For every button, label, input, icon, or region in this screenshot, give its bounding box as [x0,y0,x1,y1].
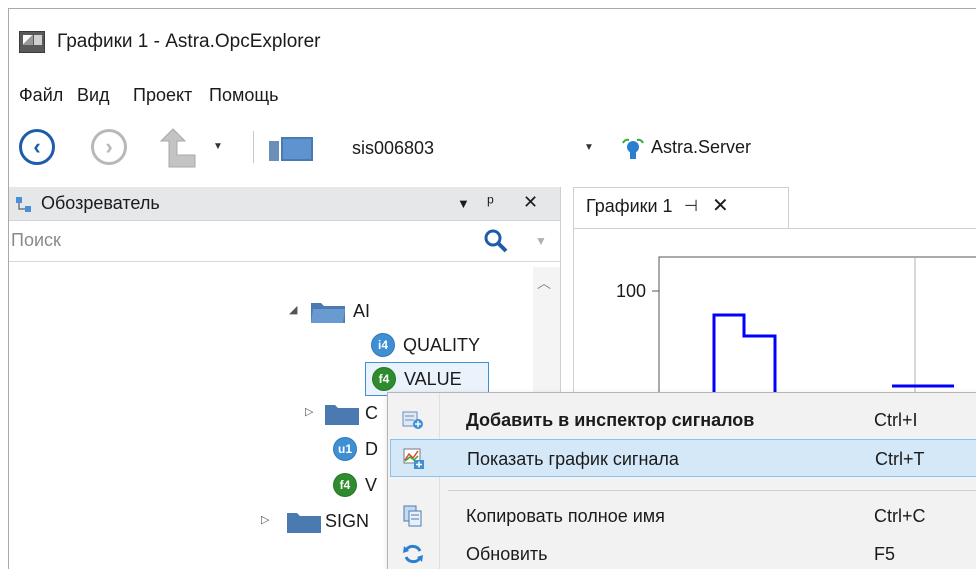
tree-node-value[interactable]: f4 VALUE [365,362,489,396]
host-combo[interactable]: sis006803 ▼ [333,129,603,165]
window-title: Графики 1 - Astra.OpcExplorer [57,31,321,52]
tree-node-ai[interactable]: ◢ AI [289,295,489,329]
float-type-icon: f4 [372,367,396,391]
int-type-icon: i4 [371,333,395,357]
tree-node-label: C [365,403,378,423]
back-button[interactable]: ‹ [19,129,55,165]
y-tick-label: 100 [616,281,646,301]
explorer-header: Обозреватель ▼ ᵖ ✕ [9,187,560,221]
menu-project[interactable]: Проект [133,85,192,106]
menu-item-shortcut: F5 [874,544,896,564]
menu-bar: Файл Вид Проект Помощь [9,75,976,115]
add-to-inspector-icon [402,411,423,429]
server-name[interactable]: Astra.Server [651,137,751,158]
app-logo-icon [19,31,45,53]
expand-icon[interactable]: ◢ [289,303,297,316]
up-dropdown-icon[interactable]: ▼ [213,141,223,152]
tree-node-label: QUALITY [403,335,481,355]
context-menu-separator [448,490,976,491]
explorer-tree-icon [16,197,31,212]
context-menu: Добавить в инспектор сигналов Ctrl+I Пок… [387,392,976,569]
up-icon[interactable] [157,127,197,169]
tree-node-label: V [365,475,378,495]
scroll-up-icon[interactable]: ︿ [537,273,551,293]
close-icon[interactable]: ✕ [523,192,538,213]
tree-node-label: D [365,439,378,459]
opc-server-icon [622,138,644,159]
tree-node-label: VALUE [404,369,462,389]
menu-item-label: Копировать полное имя [466,506,665,526]
host-value: sis006803 [352,138,435,158]
explorer-title: Обозреватель [41,193,160,213]
copy-icon [403,505,422,527]
menu-view[interactable]: Вид [77,85,110,106]
pin-tab-icon[interactable]: ⊣ [684,196,698,216]
back-icon: ‹ [33,134,41,159]
tree-node-label: AI [353,301,371,321]
tree-node-v[interactable]: f4 V [333,469,393,503]
search-icon[interactable] [483,228,509,254]
menu-item-label: Добавить в инспектор сигналов [466,410,755,430]
tree-node-label: SIGN [325,511,370,531]
expand-icon[interactable]: ▷ [261,513,269,526]
menu-item-label: Показать график сигнала [467,449,679,469]
folder-icon [311,303,345,323]
menu-help[interactable]: Помощь [209,85,279,106]
uint-type-icon: u1 [333,437,357,461]
refresh-icon [403,544,423,564]
show-chart-icon [403,448,424,469]
menu-item-label: Обновить [466,544,548,564]
document-tabbar: Графики 1 ⊣ ✕ [561,187,976,229]
menu-item-shortcut: Ctrl+T [875,449,925,469]
forward-button[interactable]: › [91,129,127,165]
title-bar: Графики 1 - Astra.OpcExplorer [9,9,976,75]
panel-menu-icon[interactable]: ▼ [457,196,470,211]
folder-icon [287,513,321,533]
toolbar: ‹ › ▼ sis006803 ▼ Astra.Server [9,115,976,187]
menu-item-shortcut: Ctrl+C [874,506,926,526]
menu-item-copy-full-name[interactable]: Копировать полное имя Ctrl+C [390,497,976,535]
menu-file[interactable]: Файл [19,85,63,106]
pin-icon[interactable]: ᵖ [487,192,494,213]
server-icon[interactable] [269,135,315,163]
menu-item-show-chart[interactable]: Показать график сигнала Ctrl+T [390,439,976,477]
tab-label: Графики 1 [586,196,673,216]
search-options-icon[interactable]: ▼ [535,234,547,248]
menu-item-shortcut: Ctrl+I [874,410,918,430]
tree-node-sign[interactable]: ▷ SIGN [261,505,401,539]
search-input[interactable]: Поиск ▼ [9,222,560,262]
expand-icon[interactable]: ▷ [305,405,313,418]
menu-item-add-to-inspector[interactable]: Добавить в инспектор сигналов Ctrl+I [390,401,976,439]
app-window: Графики 1 - Astra.OpcExplorer Файл Вид П… [8,8,976,569]
forward-icon: › [105,134,113,159]
float-type-icon: f4 [333,473,357,497]
chevron-down-icon[interactable]: ▼ [584,142,594,153]
search-placeholder: Поиск [11,230,61,250]
toolbar-separator [253,131,254,163]
menu-item-refresh[interactable]: Обновить F5 [390,535,976,569]
tree-node-d[interactable]: u1 D [333,433,393,467]
folder-icon [325,405,359,425]
close-tab-icon[interactable]: ✕ [712,193,729,218]
tab-charts-1[interactable]: Графики 1 ⊣ ✕ [573,187,789,229]
